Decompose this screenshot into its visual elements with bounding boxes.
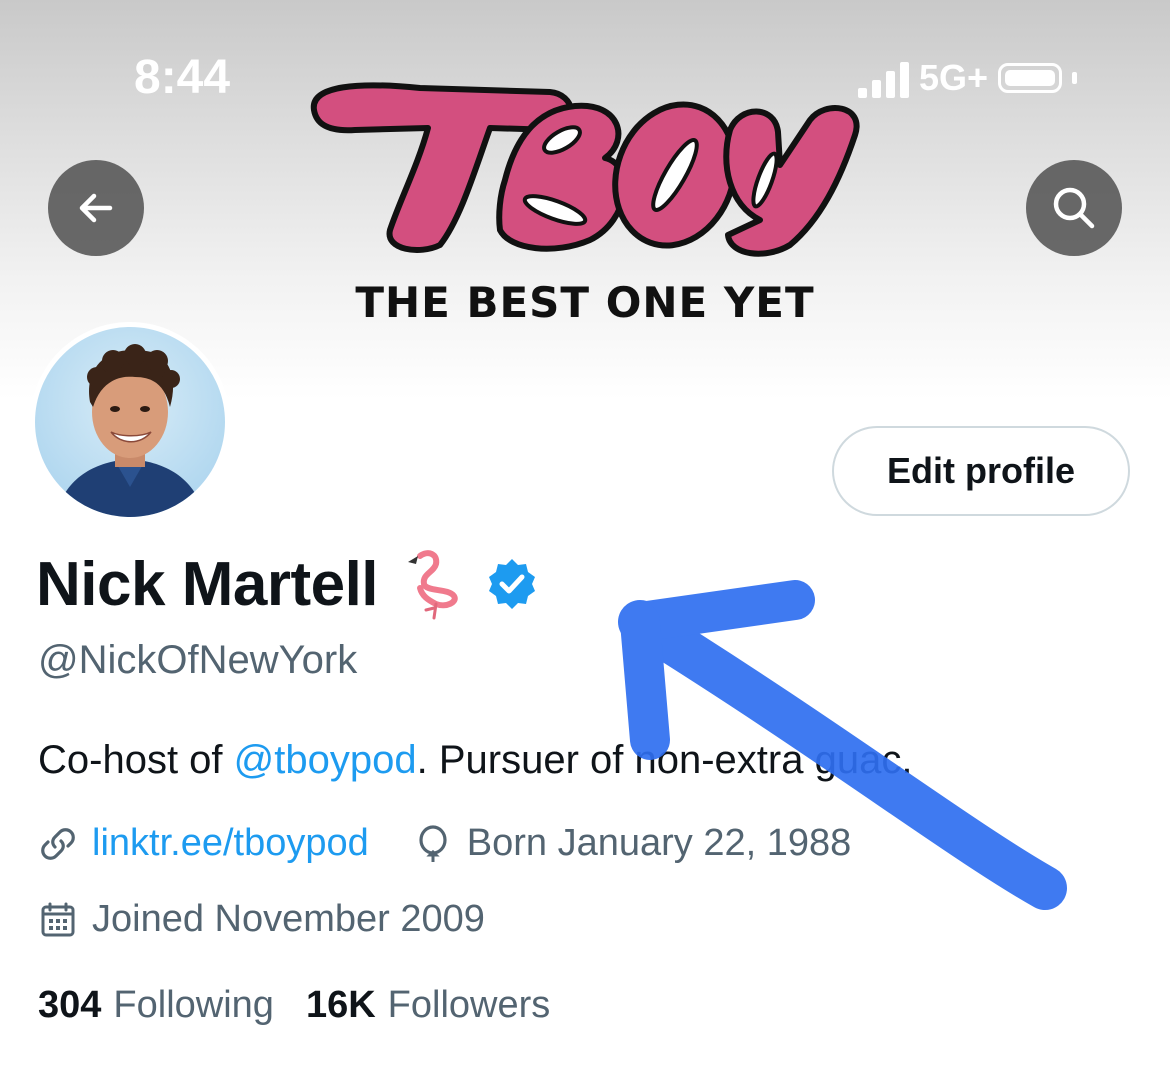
following-label: Following <box>113 984 274 1026</box>
verified-badge-icon[interactable] <box>484 556 540 612</box>
website-item[interactable]: linktr.ee/tboypod <box>38 822 369 865</box>
joined-item: Joined November 2009 <box>38 898 485 941</box>
profile-meta-row-2: Joined November 2009 <box>38 898 485 941</box>
birthday-item: Born January 22, 1988 <box>413 822 852 865</box>
profile-meta-row: linktr.ee/tboypod Born January 22, 1988 <box>38 822 851 865</box>
arrow-left-icon <box>79 193 113 223</box>
link-icon <box>41 827 75 860</box>
bio-mention-link[interactable]: @tboypod <box>234 738 417 782</box>
website-link[interactable]: linktr.ee/tboypod <box>92 822 369 865</box>
back-button[interactable] <box>48 160 144 256</box>
signal-icon <box>858 58 909 98</box>
battery-cap <box>1072 72 1078 84</box>
battery-icon <box>998 63 1063 93</box>
following-count: 304 <box>38 984 102 1026</box>
tboy-logo <box>310 82 860 257</box>
display-name: Nick Martell <box>36 549 379 619</box>
search-button[interactable] <box>1026 160 1122 256</box>
edit-profile-button[interactable]: Edit profile <box>832 426 1130 516</box>
bio-suffix: . Pursuer of non-extra guac. <box>416 738 913 782</box>
banner-tagline: THE BEST ONE YET <box>355 278 815 327</box>
flamingo-icon <box>408 550 458 620</box>
joined-text: Joined November 2009 <box>92 898 485 940</box>
bio: Co-host of @tboypod. Pursuer of non-extr… <box>38 738 912 783</box>
user-handle: @NickOfNewYork <box>38 638 358 682</box>
calendar-icon <box>41 902 75 936</box>
followers-label: Followers <box>387 984 551 1026</box>
balloon-icon <box>419 824 447 862</box>
followers-stat[interactable]: 16K Followers <box>306 984 550 1027</box>
birthday-text: Born January 22, 1988 <box>466 822 852 864</box>
follow-stats: 304 Following 16K Followers <box>38 984 550 1027</box>
status-time: 8:44 <box>134 51 231 104</box>
following-stat[interactable]: 304 Following <box>38 984 274 1027</box>
followers-count: 16K <box>305 984 376 1026</box>
network-type: 5G+ <box>919 57 989 98</box>
search-icon <box>1053 187 1095 229</box>
status-indicators: 5G+ <box>858 56 1078 100</box>
name-row: Nick Martell <box>36 548 540 620</box>
avatar-photo <box>35 327 225 517</box>
profile-avatar[interactable] <box>30 322 230 522</box>
bio-prefix: Co-host of <box>38 738 234 782</box>
